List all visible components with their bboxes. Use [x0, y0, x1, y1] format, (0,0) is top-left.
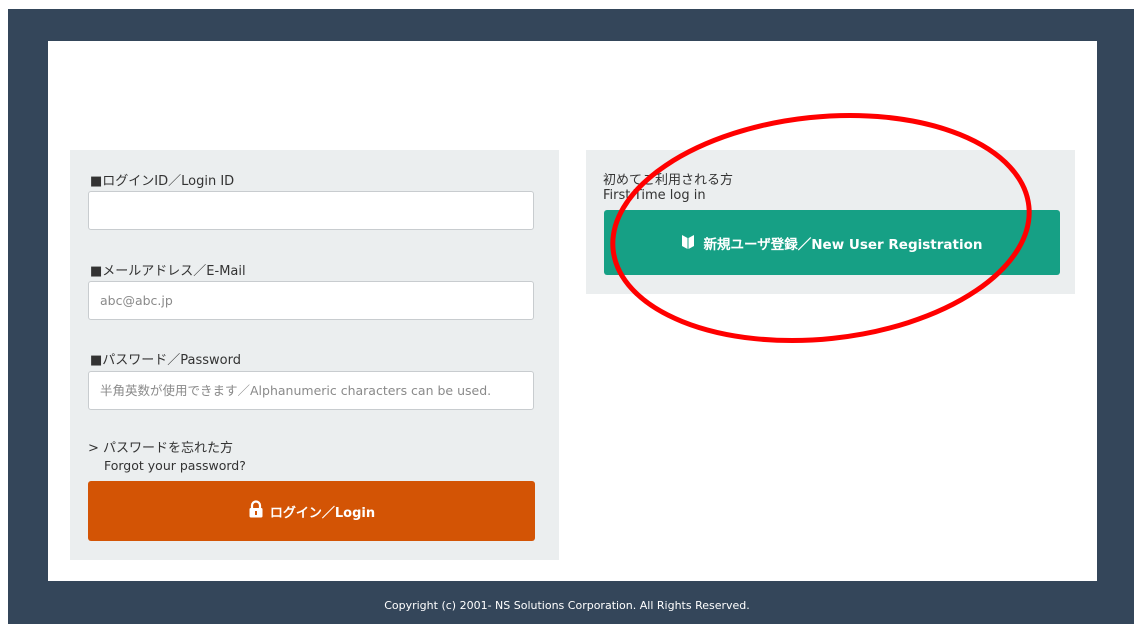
forgot-password-link[interactable]: > パスワードを忘れた方 [88, 437, 233, 456]
login-id-input[interactable] [88, 191, 534, 230]
register-button-label: 新規ユーザ登録／New User Registration [703, 236, 983, 253]
email-label: ■メールアドレス／E-Mail [90, 264, 246, 279]
login-button-label: ログイン／Login [269, 505, 376, 521]
login-button[interactable]: ログイン／Login [88, 481, 535, 541]
forgot-password-link-en[interactable]: Forgot your password? [104, 458, 246, 473]
password-label: ■パスワード／Password [90, 353, 242, 368]
lock-icon [248, 500, 264, 522]
first-time-subheading: First-Time log in [603, 188, 706, 203]
first-time-heading: 初めてご利用される方 [603, 173, 734, 188]
password-input[interactable] [88, 371, 534, 410]
email-input[interactable] [88, 281, 534, 320]
beginner-mark-icon [681, 233, 694, 253]
login-id-label: ■ログインID／Login ID [90, 174, 235, 189]
new-user-registration-button[interactable]: 新規ユーザ登録／New User Registration [604, 210, 1060, 275]
copyright-text: Copyright (c) 2001- NS Solutions Corpora… [384, 599, 750, 612]
